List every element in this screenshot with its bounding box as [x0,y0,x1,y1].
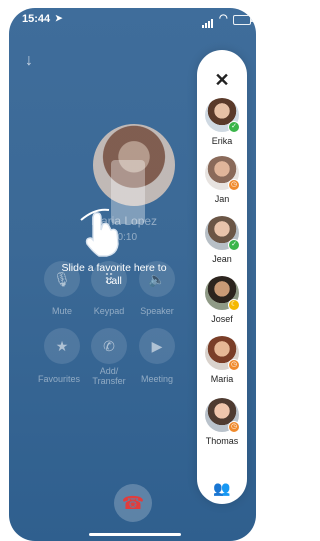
favorite-label: Erika [211,136,233,146]
favorite-label: Thomas [205,436,239,446]
favorite-erika[interactable]: ✓ Erika [197,98,247,150]
status-badge: ✓ [228,121,240,133]
favorites-panel: ✕ ✓ Erika ◷ Jan ✓ Jean ☾ Josef ◷ Maria ◷… [197,50,247,504]
favourites-button[interactable]: ★ [44,328,80,364]
favorite-jan[interactable]: ◷ Jan [197,156,247,208]
favourites-label: Favourites [37,374,81,384]
add-transfer-button[interactable]: ✆ [91,328,127,364]
wifi-icon: ◠ [219,13,228,24]
status-badge: ☾ [228,299,240,311]
meeting-label: Meeting [140,374,174,384]
favorite-label: Jean [212,254,232,264]
call-screen: 15:44 ➤ ◠ ↓ Maria Lopez 00:10 🎙 Mute ⠿ K… [9,8,256,541]
status-badge: ◷ [228,421,240,433]
hang-up-button[interactable]: ☎ [114,484,152,522]
group-icon[interactable]: 👥 [213,480,230,497]
drag-hint: Slide a favorite here to call [61,262,167,287]
favorite-josef[interactable]: ☾ Josef [197,276,247,328]
clock: 15:44 [22,13,51,25]
meeting-button[interactable]: ▶ [139,328,175,364]
swipe-hand-icon [73,200,133,260]
signal-bars-icon [202,16,214,28]
favorite-maria[interactable]: ◷ Maria [197,336,247,388]
status-bar: 15:44 ➤ ◠ [9,8,256,30]
star-icon: ★ [55,337,69,354]
video-camera-icon: ▶ [151,337,163,354]
close-icon[interactable]: ✕ [214,70,229,91]
status-badge: ✓ [228,239,240,251]
status-badge: ◷ [228,359,240,371]
battery-icon [233,15,253,25]
speaker-label: Speaker [140,306,174,316]
favorite-jean[interactable]: ✓ Jean [197,216,247,268]
favorite-label: Maria [210,374,234,384]
status-badge: ◷ [228,179,240,191]
arrow-down-icon[interactable]: ↓ [25,52,33,70]
location-arrow-icon: ➤ [55,13,63,23]
favorite-thomas[interactable]: ◷ Thomas [197,398,247,450]
favorite-label: Josef [211,314,233,324]
add-call-icon: ✆ [103,337,115,354]
hang-up-icon: ☎ [121,492,145,513]
home-indicator [89,533,181,536]
favorite-label: Jan [214,194,230,204]
